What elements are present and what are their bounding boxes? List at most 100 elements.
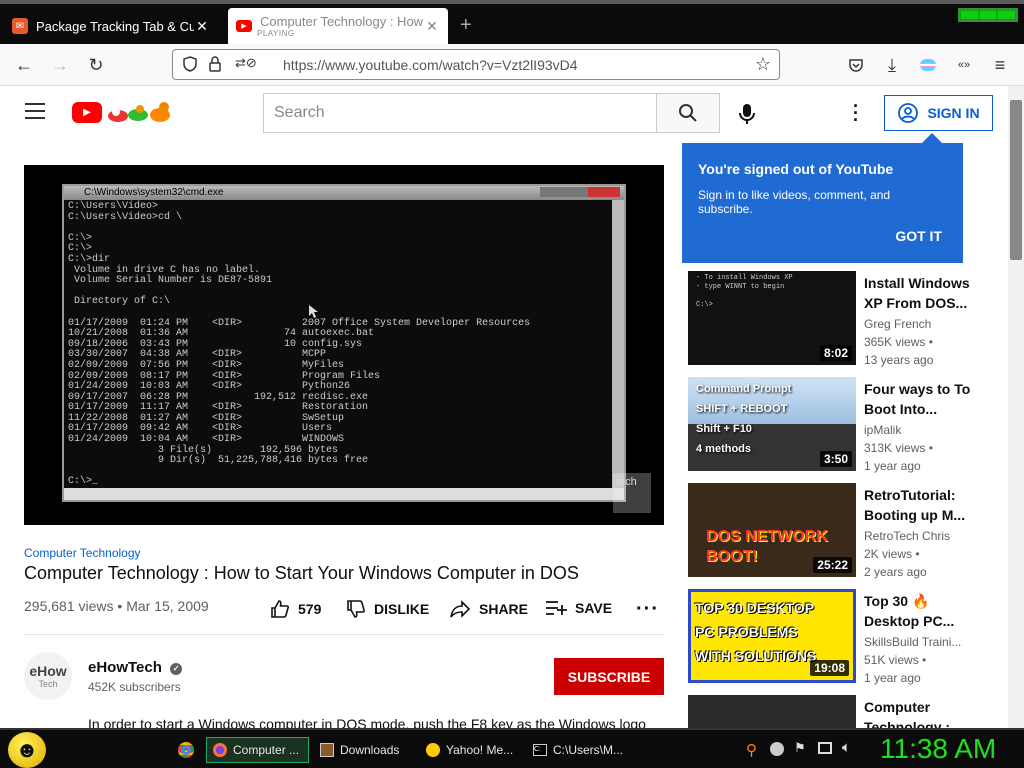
scrollbar-thumb[interactable] <box>1010 100 1022 260</box>
taskbar-clock[interactable]: 11:38 AM <box>880 733 996 765</box>
menu-icon[interactable]: ≡ <box>988 53 1012 77</box>
pocket-icon[interactable] <box>844 53 868 77</box>
sign-in-label: SIGN IN <box>927 105 980 121</box>
search-button[interactable] <box>656 93 720 133</box>
recommendation-thumbnail[interactable]: Command Prompt SHIFT + REBOOT Shift + F1… <box>688 377 856 471</box>
share-button[interactable]: SHARE <box>449 599 528 619</box>
thumbs-down-icon <box>347 600 365 618</box>
got-it-button[interactable]: GOT IT <box>895 228 942 244</box>
recommendation-channel[interactable]: Greg French <box>864 317 931 331</box>
taskbar-item-downloads[interactable]: Downloads <box>314 737 414 763</box>
tab-title: Package Tracking Tab & Custom <box>36 18 194 34</box>
download-icon[interactable]: ⤓ <box>880 53 904 77</box>
address-bar[interactable]: ⇄⊘ https://www.youtube.com/watch?v=Vzt2l… <box>172 49 780 80</box>
cmd-title: C:\Windows\system32\cmd.exe <box>84 187 224 198</box>
tray-status-icon[interactable] <box>770 742 784 756</box>
recommendation-title[interactable]: Computer Technology : <box>864 697 984 728</box>
video-hashtag-link[interactable]: Computer Technology <box>24 546 141 560</box>
hamburger-icon[interactable] <box>25 102 47 125</box>
lock-icon[interactable] <box>207 55 223 76</box>
flag-icon[interactable]: ⚑ <box>794 740 806 756</box>
browser-tab-package-tracking[interactable]: ✉ Package Tracking Tab & Custom ✕ <box>4 8 218 44</box>
recommendation-age: 1 year ago <box>864 671 921 685</box>
extension-icon[interactable]: «» <box>952 53 976 77</box>
recommendation-thumbnail[interactable]: - To install Windows XP - type WINNT to … <box>688 271 856 365</box>
recommendation-title[interactable]: Top 30 🔥 Desktop PC... <box>864 591 984 631</box>
video-player[interactable]: C:\Windows\system32\cmd.exe C:\Users\Vid… <box>24 165 664 525</box>
recommendation-item[interactable]: Computer Technology : <box>688 695 988 728</box>
microphone-icon[interactable] <box>738 103 756 130</box>
bookmark-star-icon[interactable]: ☆ <box>755 54 771 75</box>
window-controls-icon <box>540 187 620 197</box>
close-tab-icon[interactable]: ✕ <box>424 18 440 35</box>
recommendation-item[interactable]: - To install Windows XP - type WINNT to … <box>688 271 988 367</box>
mouse-cursor-icon <box>309 305 319 319</box>
downloads-icon <box>320 743 334 757</box>
new-tab-icon[interactable]: + <box>460 14 472 37</box>
forward-icon[interactable]: → <box>48 53 72 77</box>
like-count: 579 <box>298 601 322 617</box>
taskbar-item-cmd[interactable]: C: C:\Users\M... <box>527 737 629 763</box>
battery-icon <box>958 8 1018 22</box>
recommendation-item[interactable]: Command Prompt SHIFT + REBOOT Shift + F1… <box>688 377 988 473</box>
recommendation-title[interactable]: RetroTutorial: Booting up M... <box>864 485 984 525</box>
dislike-button[interactable]: DISLIKE <box>346 599 429 619</box>
divider <box>24 634 664 635</box>
network-icon[interactable] <box>818 742 832 754</box>
recommendation-item[interactable]: DOS NETWORK BOOT! 25:22 RetroTutorial: B… <box>688 483 988 579</box>
sign-in-button[interactable]: SIGN IN <box>884 95 993 131</box>
more-actions-icon[interactable]: ··· <box>636 598 659 621</box>
channel-name[interactable]: eHowTech ✓ <box>88 659 183 676</box>
recommendation-thumbnail[interactable]: DOS NETWORK BOOT! 25:22 <box>688 483 856 577</box>
recommendation-item[interactable]: TOP 30 DESKTOP PC PROBLEMS WITH SOLUTION… <box>688 589 988 685</box>
youtube-doodle-logo[interactable]: ▶ <box>72 100 174 124</box>
recommendation-age: 13 years ago <box>864 353 934 367</box>
video-watermark[interactable]: tech <box>613 473 651 513</box>
volume-icon[interactable]: 🔈︎ <box>842 739 851 756</box>
recommendation-views: 51K views • <box>864 653 927 667</box>
chrome-icon[interactable] <box>172 737 200 763</box>
permissions-icon[interactable]: ⇄⊘ <box>235 55 257 71</box>
recommendation-title[interactable]: Install Windows XP From DOS... <box>864 273 984 313</box>
taskbar-item-label: Downloads <box>340 743 400 757</box>
taskbar-item-firefox[interactable]: Computer ... <box>206 737 309 763</box>
yahoo-smiley-icon <box>426 743 440 757</box>
cmd-vertical-scrollbar <box>612 200 624 490</box>
search-tray-icon[interactable]: ⚲ <box>746 741 757 759</box>
popup-title: You're signed out of YouTube <box>698 161 894 177</box>
recommendation-title[interactable]: Four ways to To Boot Into... <box>864 379 984 419</box>
taskbar: ☻ Computer ... Downloads Yahoo! Me... C:… <box>0 728 1024 768</box>
like-button[interactable]: 579 <box>270 599 321 619</box>
extension-flag-icon[interactable] <box>916 53 940 77</box>
browser-nav-bar: ← → ↻ ⇄⊘ https://www.youtube.com/watch?v… <box>0 44 1024 86</box>
subscriber-count: 452K subscribers <box>88 680 181 694</box>
recommendation-channel[interactable]: ipMalik <box>864 423 901 437</box>
save-button[interactable]: SAVE <box>545 599 612 617</box>
browser-tab-strip: ✉ Package Tracking Tab & Custom ✕ ▶ Comp… <box>0 0 1024 44</box>
page-scrollbar[interactable] <box>1008 86 1024 728</box>
back-icon[interactable]: ← <box>12 53 36 77</box>
avatar-subtext: Tech <box>38 679 58 689</box>
package-icon: ✉ <box>12 18 28 34</box>
close-tab-icon[interactable]: ✕ <box>194 18 210 35</box>
start-smiley-icon[interactable]: ☻ <box>8 732 46 768</box>
recommendation-channel[interactable]: SkillsBuild Traini... <box>864 635 961 649</box>
reload-icon[interactable]: ↻ <box>84 53 108 77</box>
youtube-logo-icon: ▶ <box>72 101 102 123</box>
tab-title: Computer Technology : How to Start <box>260 13 424 29</box>
video-duration: 3:50 <box>819 451 852 467</box>
recommendation-thumbnail[interactable] <box>688 695 856 728</box>
subscribe-button[interactable]: SUBSCRIBE <box>554 658 664 695</box>
channel-avatar[interactable]: eHow Tech <box>24 652 72 700</box>
recommendation-age: 1 year ago <box>864 459 921 473</box>
taskbar-item-yahoo[interactable]: Yahoo! Me... <box>420 737 522 763</box>
account-icon <box>898 103 919 123</box>
browser-tab-youtube[interactable]: ▶ Computer Technology : How to Start PLA… <box>228 8 448 44</box>
thumbnail-text: DOS NETWORK BOOT! <box>706 528 828 565</box>
tab-playing-status: PLAYING <box>257 29 295 38</box>
search-input[interactable]: Search <box>263 93 657 133</box>
recommendation-channel[interactable]: RetroTech Chris <box>864 529 950 543</box>
shield-icon[interactable] <box>181 55 199 76</box>
recommendation-thumbnail[interactable]: TOP 30 DESKTOP PC PROBLEMS WITH SOLUTION… <box>688 589 856 683</box>
more-options-icon[interactable]: · · · <box>853 97 859 129</box>
